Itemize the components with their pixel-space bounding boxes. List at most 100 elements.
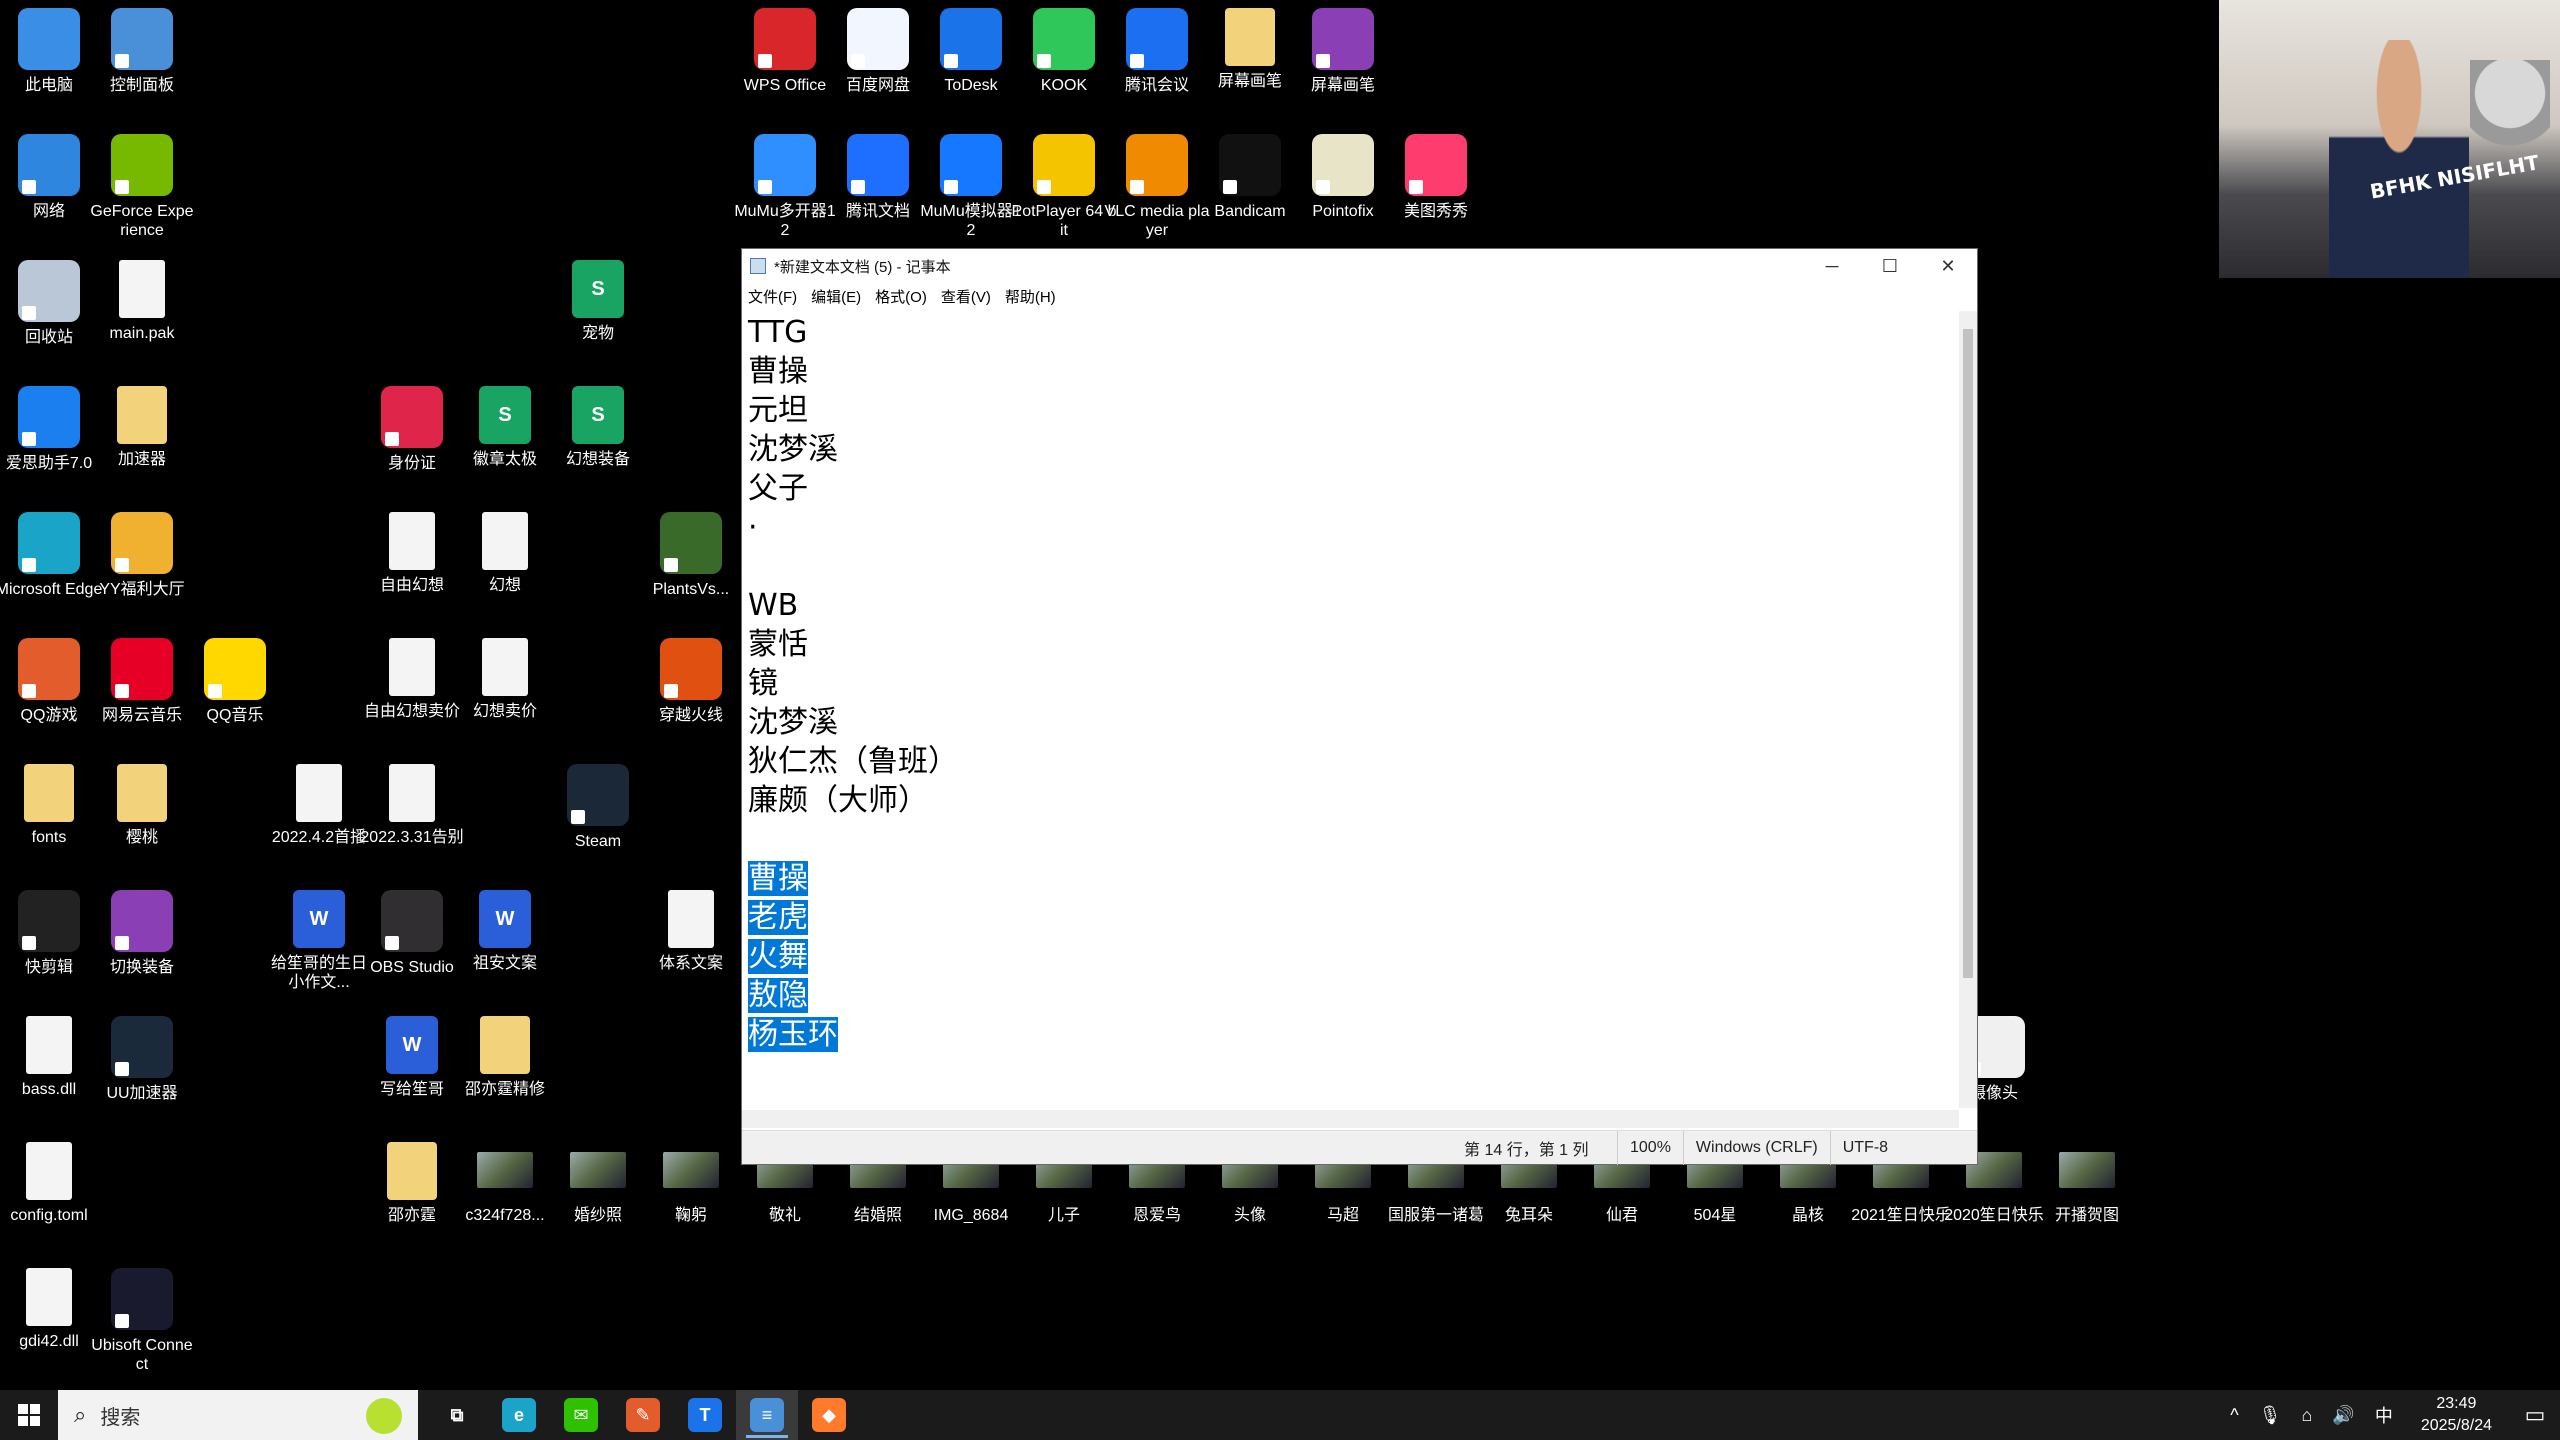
- clock[interactable]: 23:49 2025/8/24: [2421, 1393, 2492, 1437]
- text-line: 沈梦溪: [748, 432, 838, 467]
- shortcut-arrow-icon: [944, 180, 958, 194]
- shortcut-arrow-icon: [385, 432, 399, 446]
- photo-icon: [477, 1152, 533, 1188]
- doc-icon: [482, 512, 528, 570]
- start-button[interactable]: [0, 1390, 58, 1440]
- desktop-icon[interactable]: 加速器: [87, 386, 197, 469]
- shortcut-arrow-icon: [115, 684, 129, 698]
- taskbar-wechat-button[interactable]: ✉: [550, 1390, 612, 1440]
- desktop-icon-label: 屏幕画笔: [1217, 73, 1282, 90]
- desktop-icon[interactable]: PlantsVs...: [636, 512, 746, 599]
- desktop-icon[interactable]: 樱桃: [87, 764, 197, 847]
- app-icon: [754, 134, 816, 196]
- desktop-icon[interactable]: 体系文案: [636, 890, 746, 973]
- app-icon: [111, 134, 173, 196]
- edge-icon: e: [502, 1398, 536, 1432]
- text-line: 廉颇（大师）: [748, 783, 928, 818]
- photo-icon: [2059, 1152, 2115, 1188]
- desktop-icon-label: QQ游戏: [20, 707, 78, 724]
- close-button[interactable]: ✕: [1919, 249, 1977, 283]
- desktop-icon[interactable]: 2022.3.31告别: [357, 764, 467, 847]
- menu-format[interactable]: 格式(O): [875, 286, 927, 307]
- app-icon: [940, 8, 1002, 70]
- desktop-icon[interactable]: 美图秀秀: [1381, 134, 1491, 221]
- microphone-icon[interactable]: 🎙: [2259, 1405, 2282, 1426]
- desktop-icon[interactable]: Steam: [543, 764, 653, 851]
- desktop-icon[interactable]: W 祖安文案: [450, 890, 560, 973]
- taskbar-game-button[interactable]: ◆: [798, 1390, 860, 1440]
- menu-file[interactable]: 文件(F): [748, 286, 797, 307]
- desktop-icon[interactable]: config.toml: [0, 1142, 104, 1225]
- minimize-button[interactable]: ─: [1803, 249, 1861, 283]
- menu-edit[interactable]: 编辑(E): [811, 286, 861, 307]
- text-line: 镜: [748, 666, 778, 701]
- app-icon: [111, 1268, 173, 1330]
- search-box[interactable]: ⌕ 搜索: [58, 1390, 418, 1440]
- desktop-icon-label: 宠物: [581, 325, 614, 342]
- shortcut-arrow-icon: [22, 936, 36, 950]
- desktop-icon[interactable]: 控制面板: [87, 8, 197, 95]
- desktop-icon[interactable]: 屏幕画笔: [1288, 8, 1398, 95]
- doc-icon: [119, 260, 165, 318]
- desktop-icon[interactable]: QQ音乐: [180, 638, 290, 725]
- notepad-icon: [750, 258, 766, 274]
- desktop-icon-label: 兔耳朵: [1504, 1207, 1553, 1224]
- desktop-icon[interactable]: main.pak: [87, 260, 197, 343]
- desktop-icon[interactable]: 邵亦霆精修: [450, 1016, 560, 1099]
- taskbar-todesk-button[interactable]: T: [674, 1390, 736, 1440]
- desktop-icon[interactable]: GeForce Experience: [87, 134, 197, 240]
- desktop-icon-label: 网络: [32, 203, 65, 220]
- desktop-icon-label: 马超: [1326, 1207, 1359, 1224]
- menu-view[interactable]: 查看(V): [941, 286, 991, 307]
- desktop-icon-label: 开播贺图: [2054, 1207, 2119, 1224]
- app-icon: [1405, 134, 1467, 196]
- desktop-icon-label: 控制面板: [109, 77, 174, 94]
- app-icon: [204, 638, 266, 700]
- desktop-icon[interactable]: 幻想: [450, 512, 560, 595]
- chevron-up-icon[interactable]: ^: [2230, 1405, 2238, 1426]
- notification-icon[interactable]: ▭: [2510, 1402, 2560, 1428]
- taskbar-edge-button[interactable]: e: [488, 1390, 550, 1440]
- shortcut-arrow-icon: [944, 54, 958, 68]
- desktop-icon[interactable]: Ubisoft Connect: [87, 1268, 197, 1374]
- desktop-icon[interactable]: S 宠物: [543, 260, 653, 343]
- app-icon: [1033, 134, 1095, 196]
- system-tray: ^ 🎙 ⌂ 🔊 中 23:49 2025/8/24 ▭: [2220, 1390, 2560, 1440]
- horizontal-scrollbar[interactable]: [742, 1110, 1959, 1128]
- notepad-titlebar[interactable]: *新建文本文档 (5) - 记事本 ─ ☐ ✕: [742, 249, 1977, 283]
- desktop-icon[interactable]: 开播贺图: [2032, 1142, 2142, 1225]
- selected-text-line: 曹操: [748, 861, 808, 896]
- volume-icon[interactable]: 🔊: [2332, 1405, 2354, 1426]
- desktop-icon-label: 网易云音乐: [101, 707, 182, 724]
- notepad-window[interactable]: *新建文本文档 (5) - 记事本 ─ ☐ ✕ 文件(F) 编辑(E) 格式(O…: [741, 248, 1978, 1165]
- desktop-icon[interactable]: 穿越火线: [636, 638, 746, 725]
- desktop-icon-label: 身份证: [387, 455, 436, 472]
- desktop-icon-label: KOOK: [1040, 77, 1088, 94]
- doc-icon: [26, 1142, 72, 1200]
- pinned-apps: ⧉ e ✉ ✎ T ≡ ◆: [426, 1390, 860, 1440]
- scrollbar-thumb[interactable]: [1963, 329, 1973, 978]
- desktop-icon[interactable]: UU加速器: [87, 1016, 197, 1103]
- desktop-icon-label: 儿子: [1047, 1207, 1080, 1224]
- folder-icon: [24, 764, 74, 822]
- shortcut-arrow-icon: [385, 936, 399, 950]
- selected-text-line: 火舞: [748, 939, 808, 974]
- taskbar-task-view-button[interactable]: ⧉: [426, 1390, 488, 1440]
- ime-indicator[interactable]: 中: [2375, 1402, 2393, 1428]
- desktop-icon-label: 邵亦霆精修: [464, 1081, 545, 1098]
- desktop-icon[interactable]: 幻想卖价: [450, 638, 560, 721]
- menu-help[interactable]: 帮助(H): [1005, 286, 1056, 307]
- cursor-position: 第 14 行，第 1 列: [1464, 1141, 1589, 1159]
- network-icon[interactable]: ⌂: [2302, 1405, 2313, 1426]
- taskbar-notepad-button[interactable]: ≡: [736, 1390, 798, 1440]
- doc-icon: [389, 764, 435, 822]
- doc-icon: [389, 638, 435, 696]
- desktop-icon-label: 腾讯会议: [1124, 77, 1189, 94]
- taskbar-paint-button[interactable]: ✎: [612, 1390, 674, 1440]
- desktop-icon[interactable]: S 幻想装备: [543, 386, 653, 469]
- desktop-icon[interactable]: 切换装备: [87, 890, 197, 977]
- desktop-icon[interactable]: YY福利大厅: [87, 512, 197, 599]
- vertical-scrollbar[interactable]: [1959, 311, 1977, 1108]
- text-editor[interactable]: TTG 曹操 元坦 沈梦溪 父子 · WB 蒙恬镜沈梦溪 狄仁杰（鲁班） 廉颇（大师） 曹操 老虎…: [742, 311, 1959, 1108]
- maximize-button[interactable]: ☐: [1861, 249, 1919, 283]
